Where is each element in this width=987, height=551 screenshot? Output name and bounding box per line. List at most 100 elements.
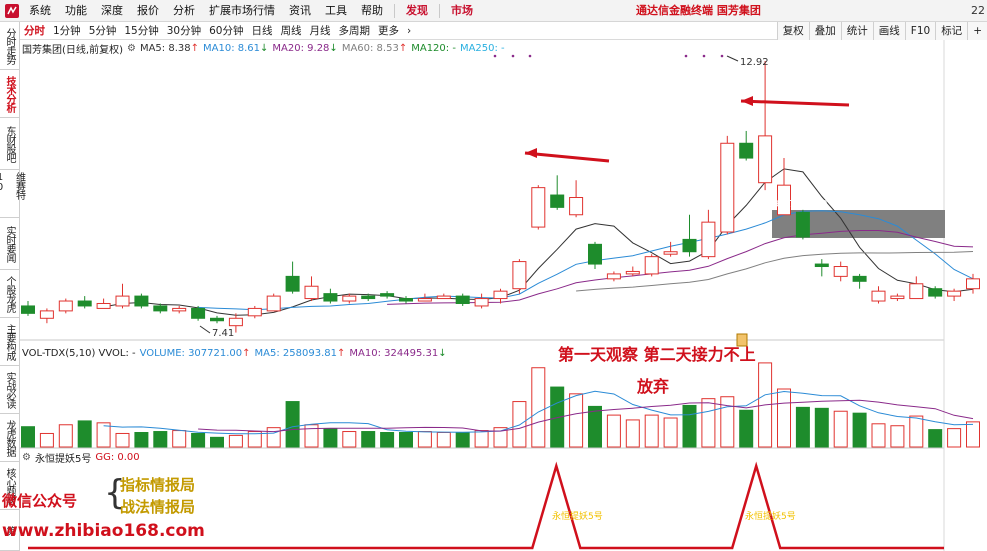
signal-stamp-1: 永恒提妖5号 (552, 512, 603, 522)
menu-extended-market[interactable]: 扩展市场行情 (202, 0, 282, 22)
timeframe-multi[interactable]: 多周期 (335, 23, 375, 38)
volume-bar (871, 423, 886, 448)
low-leader (199, 325, 211, 334)
settings-icon[interactable]: ⚙ (22, 452, 31, 463)
candle-body (342, 295, 357, 302)
volume-bar (191, 432, 206, 448)
volume-bar (569, 393, 584, 448)
menu-tools[interactable]: 工具 (318, 0, 354, 22)
volume-bar (777, 388, 791, 448)
candle-body (436, 295, 451, 300)
settings-icon[interactable]: ⚙ (127, 43, 136, 54)
window-number: 22 (971, 4, 985, 17)
volume-bar (966, 421, 980, 448)
menu-quote[interactable]: 报价 (130, 0, 166, 22)
tool-draw-button[interactable]: 画线 (872, 22, 905, 40)
volume-bar (606, 414, 621, 448)
candle-body (115, 295, 130, 307)
timeframe-30min[interactable]: 30分钟 (163, 23, 205, 38)
indicator-legend: ⚙ 永恒提妖5号 GG: 0.00 (22, 450, 144, 465)
menu-depth[interactable]: 深度 (94, 0, 130, 22)
tab-eastmoney-forum[interactable]: 东财股吧 (0, 118, 19, 170)
menu-analysis[interactable]: 分析 (166, 0, 202, 22)
tool-plus-button[interactable]: + (967, 22, 987, 40)
volume-value: VOLUME: 307721.00 (139, 347, 243, 359)
candle-body (58, 300, 73, 312)
ma5-value: MA5: 8.38 (139, 42, 191, 54)
timeframe-more[interactable]: 更多 (374, 23, 403, 38)
tab-dragon-tiger-data[interactable]: 龙虎数据 (0, 414, 19, 462)
volume-bar (909, 415, 924, 448)
candle-body (96, 302, 111, 309)
candle-body (890, 295, 905, 300)
timeframe-60min[interactable]: 60分钟 (205, 23, 247, 38)
candle-body (588, 243, 602, 265)
candle-body (285, 275, 300, 292)
menu-discover[interactable]: 发现 (399, 0, 435, 22)
stock-chart[interactable]: 12.92 7.41 9.87 - 9.29 (0, 0, 987, 551)
tab-time-sharing[interactable]: 分时走势 (0, 22, 19, 70)
timeframe-5min[interactable]: 5分钟 (85, 23, 121, 38)
timeframe-daily[interactable]: 日线 (248, 23, 277, 38)
timeframe-bar: 分时 1分钟 5分钟 15分钟 30分钟 60分钟 日线 周线 月线 多周期 更… (20, 22, 987, 40)
candle-body (550, 194, 565, 208)
tab-weisaite[interactable]: 维赛特10 (0, 170, 25, 218)
candle-body (777, 184, 791, 216)
tool-mark-button[interactable]: 标记 (935, 22, 968, 40)
price-range-box (772, 210, 945, 238)
volume-bar (531, 367, 546, 448)
volume-bar (833, 410, 848, 448)
tab-stock-dragon-tiger[interactable]: 个股龙虎 (0, 270, 19, 318)
volume-bar (682, 404, 697, 448)
candle-body (758, 135, 773, 184)
timeframe-1min[interactable]: 1分钟 (49, 23, 85, 38)
down-arrow-icon: ↓ (329, 42, 338, 54)
volume-bar (550, 386, 565, 448)
indicator-gg: GG: 0.00 (95, 451, 140, 463)
menu-system[interactable]: 系统 (22, 0, 58, 22)
menu-divider (394, 3, 395, 18)
volume-legend: VOL-TDX(5,10) VVOL: - VOLUME: 307721.00 … (22, 346, 451, 360)
top-dot (528, 54, 532, 58)
tool-adjust-button[interactable]: 复权 (776, 22, 809, 40)
timeframe-weekly[interactable]: 周线 (277, 23, 306, 38)
menu-help[interactable]: 帮助 (354, 0, 390, 22)
tool-f10-button[interactable]: F10 (904, 22, 936, 40)
down-arrow-icon: ↓ (260, 42, 269, 54)
volume-bar (890, 425, 905, 448)
tab-realtime-news[interactable]: 实时要闻 (0, 218, 19, 270)
candle-body (77, 300, 92, 307)
menu-news[interactable]: 资讯 (282, 0, 318, 22)
volume-bar (247, 431, 262, 448)
candle-body (871, 290, 886, 302)
volume-bar (342, 431, 357, 448)
candle-body (247, 307, 262, 317)
volume-bar (172, 430, 187, 448)
ma20-line (387, 230, 974, 305)
timeframe-time-sharing[interactable]: 分时 (20, 23, 49, 38)
candle-body (606, 273, 621, 280)
candle-body (852, 275, 867, 282)
tab-practical-reading[interactable]: 实战必读 (0, 366, 19, 414)
volume-bar (814, 407, 829, 448)
price-range-label: 9.87 - 9.29 (773, 199, 828, 210)
menu-market[interactable]: 市场 (444, 0, 480, 22)
timeframe-monthly[interactable]: 月线 (306, 23, 335, 38)
volume-bar (304, 424, 319, 448)
menu-function[interactable]: 功能 (58, 0, 94, 22)
menu-bar: 系统 功能 深度 报价 分析 扩展市场行情 资讯 工具 帮助 发现 市场 通达信… (0, 0, 987, 22)
tab-technical-analysis[interactable]: 技术分析 (0, 70, 19, 118)
chevron-right-icon[interactable]: › (403, 25, 415, 37)
down-arrow-icon: ↓ (438, 347, 447, 359)
volume-bar (625, 419, 640, 448)
volume-ma10-line (198, 399, 974, 433)
tool-stats-button[interactable]: 统计 (840, 22, 873, 40)
watermark-line-a: 指标情报局 (120, 476, 196, 494)
timeframe-15min[interactable]: 15分钟 (120, 23, 162, 38)
candle-body (266, 295, 281, 312)
candle-body (909, 283, 924, 300)
tool-overlay-button[interactable]: 叠加 (808, 22, 841, 40)
candle-body (21, 305, 35, 314)
volume-bar (323, 428, 338, 448)
tab-main-composition[interactable]: 主要构成 (0, 318, 19, 366)
